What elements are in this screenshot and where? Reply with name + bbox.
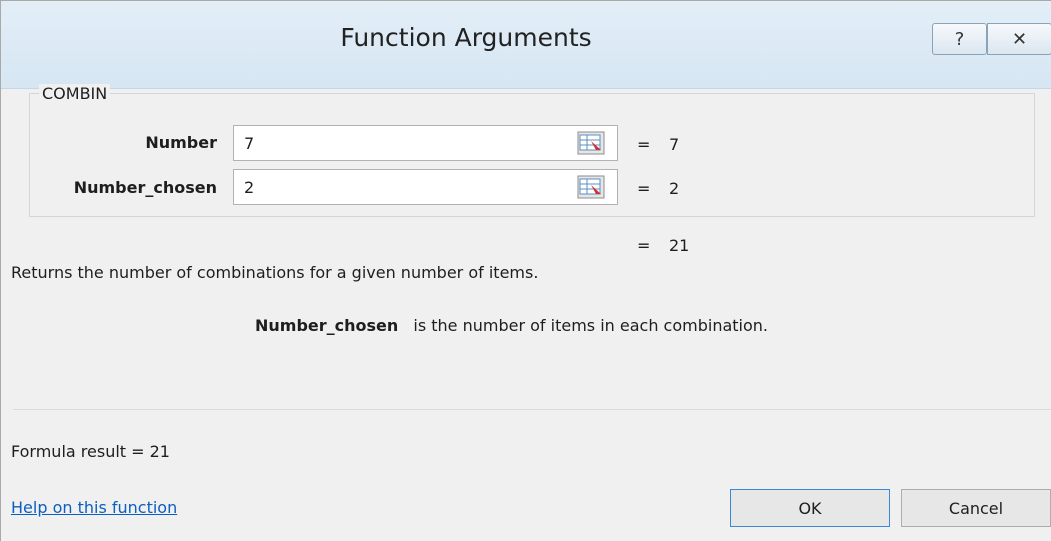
number-label: Number [145,133,217,152]
number-chosen-input[interactable]: 2 [233,169,618,205]
function-name-label: COMBIN [39,84,111,103]
close-button[interactable]: ✕ [987,23,1051,55]
overall-equals: = [637,236,651,255]
argument-help-text: is the number of items in each combinati… [413,316,768,335]
dialog-title: Function Arguments [340,23,592,52]
ok-button[interactable]: OK [730,489,890,527]
close-icon: ✕ [1011,28,1028,50]
number-input[interactable]: 7 [233,125,618,161]
number-chosen-equals: = [637,179,651,198]
number-chosen-input-value: 2 [244,178,255,197]
number-chosen-label: Number_chosen [73,178,217,197]
divider [13,409,1051,410]
cancel-button[interactable]: Cancel [901,489,1051,527]
collapse-dialog-icon[interactable] [577,131,605,155]
argument-help: Number_chosen is the number of items in … [255,316,768,335]
help-on-this-function-link[interactable]: Help on this function [11,498,177,517]
title-bar: Function Arguments ? ✕ [1,1,1051,89]
overall-result-value: 21 [669,236,690,255]
function-description: Returns the number of combinations for a… [11,263,539,282]
help-button[interactable]: ? [932,23,987,55]
argument-help-name: Number_chosen [255,316,399,335]
formula-result: Formula result = 21 [11,442,170,461]
number-evaluated-value: 7 [669,135,680,154]
function-arguments-dialog: Function Arguments ? ✕ COMBIN Number 7 =… [0,0,1051,541]
number-equals: = [637,135,651,154]
number-chosen-evaluated-value: 2 [669,179,680,198]
question-mark-icon: ? [954,28,965,50]
number-input-value: 7 [244,134,255,153]
collapse-dialog-icon[interactable] [577,175,605,199]
